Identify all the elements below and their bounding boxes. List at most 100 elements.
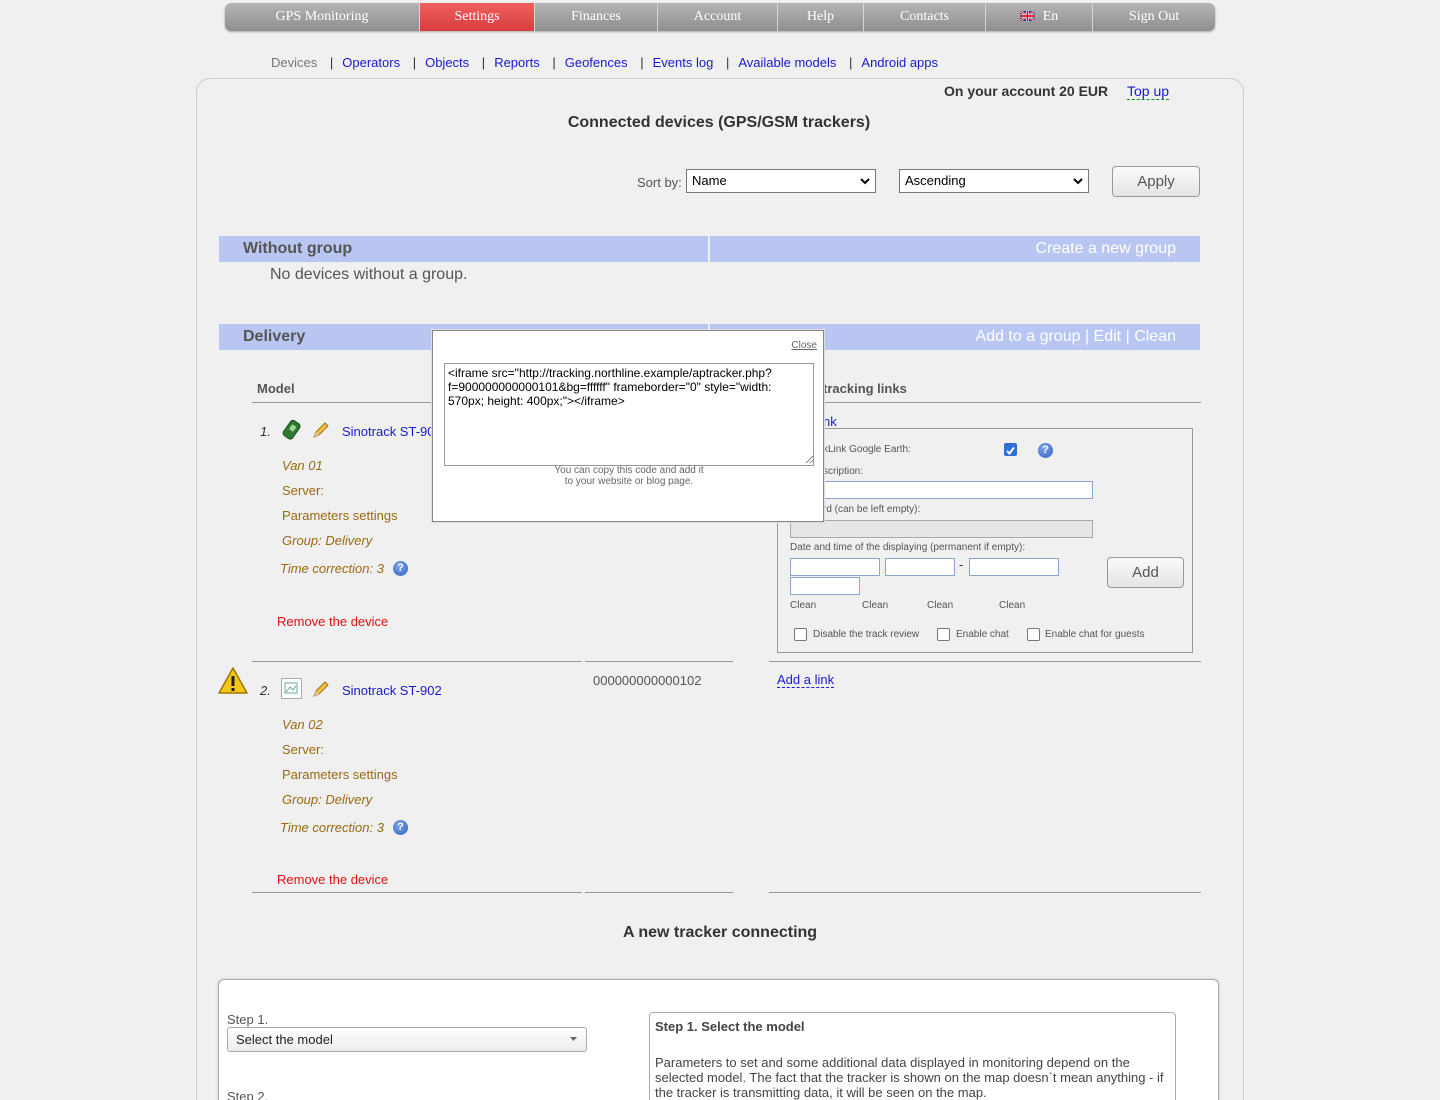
parameters-settings-link[interactable]: Parameters settings (282, 767, 398, 782)
submenu-devices: Devices (271, 55, 318, 71)
submenu-events-log[interactable]: Events log (653, 55, 714, 70)
submenu-geofences[interactable]: Geofences (565, 55, 628, 70)
group-name: Without group (243, 240, 353, 257)
submenu-reports[interactable]: Reports (494, 55, 540, 70)
language-label: En (1042, 9, 1059, 24)
menu-settings[interactable]: Settings (420, 3, 535, 31)
datetime-label: Date and time of the displaying (permane… (790, 542, 1026, 553)
device-server: Server: (282, 483, 324, 498)
device-imei: 000000000000102 (593, 673, 702, 688)
clean-link[interactable]: Clean (862, 600, 888, 611)
kml-checkbox[interactable] (1004, 443, 1017, 456)
empty-group-text: No devices without a group. (270, 266, 468, 283)
disable-track-review-checkbox[interactable] (794, 628, 807, 641)
top-up-link[interactable]: Top up (1127, 83, 1170, 100)
new-tracker-title: A new tracker connecting (622, 924, 818, 941)
clean-group-link[interactable]: Clean (1134, 328, 1176, 345)
group-name: Delivery (243, 328, 306, 345)
edit-pencil-icon[interactable] (311, 420, 331, 440)
enable-chat-checkbox[interactable] (937, 628, 950, 641)
range-dash: - (959, 557, 964, 572)
description-label: scription: (823, 466, 864, 477)
enable-chat-guests-checkbox[interactable] (1027, 628, 1040, 641)
remove-device-link[interactable]: Remove the device (277, 614, 388, 629)
menu-gps-monitoring[interactable]: GPS Monitoring (225, 3, 420, 31)
chevron-down-icon (570, 1037, 577, 1041)
step1-label: Step 1. (227, 1012, 269, 1027)
submenu-operators[interactable]: Operators (342, 55, 400, 70)
tracker-device-icon (282, 419, 301, 440)
device-group: Group: Delivery (282, 792, 373, 807)
embed-code-textarea[interactable]: <iframe src="http://tracking.northline.e… (444, 363, 814, 466)
add-link-button[interactable]: Add (1107, 557, 1184, 588)
apply-button[interactable]: Apply (1112, 166, 1200, 197)
clean-link[interactable]: Clean (999, 600, 1025, 611)
device-group: Group: Delivery (282, 533, 373, 548)
remove-device-link[interactable]: Remove the device (277, 872, 388, 887)
help-icon[interactable]: ? (1038, 443, 1053, 458)
enable-chat-guests-label: Enable chat for guests (1045, 629, 1145, 640)
add-to-group-link[interactable]: Add to a group (976, 328, 1081, 345)
menu-help[interactable]: Help (778, 3, 864, 31)
menu-contacts[interactable]: Contacts (864, 3, 986, 31)
clean-link[interactable]: Clean (927, 600, 953, 611)
help-icon[interactable]: ? (393, 561, 408, 576)
resize-handle-icon[interactable] (805, 455, 814, 464)
step2-label: Step 2. (227, 1089, 269, 1100)
sort-label: Sort by: (637, 175, 682, 190)
date-to-input[interactable] (969, 558, 1059, 576)
edit-group-link[interactable]: Edit (1094, 328, 1122, 345)
sort-field-select[interactable]: Name (686, 169, 876, 193)
check-icon (1006, 446, 1015, 456)
menu-finances[interactable]: Finances (535, 3, 658, 31)
description-input[interactable] (790, 481, 1093, 499)
menu-account[interactable]: Account (658, 3, 778, 31)
submenu-android-apps[interactable]: Android apps (861, 55, 938, 70)
time-correction: Time correction: 3 (280, 561, 384, 576)
close-button[interactable]: Close (791, 340, 817, 351)
step-info-text: Parameters to set and some additional da… (655, 1055, 1164, 1100)
time-correction: Time correction: 3 (280, 820, 384, 835)
group-bar-without-group: Without group (219, 236, 708, 262)
submenu-available-models[interactable]: Available models (738, 55, 836, 70)
menu-sign-out[interactable]: Sign Out (1093, 3, 1215, 31)
chevron-down-icon (1073, 178, 1083, 185)
embed-code-hint: You can copy this code and add it to you… (554, 465, 704, 487)
tracking-link-form (777, 428, 1193, 653)
time-to-input[interactable] (790, 577, 860, 595)
edit-pencil-icon[interactable] (311, 679, 331, 699)
device-number: 2. (260, 683, 271, 698)
embed-code-popup: Close <iframe src="http://tracking.north… (432, 330, 824, 522)
clean-link[interactable]: Clean (790, 600, 816, 611)
device-model-link[interactable]: Sinotrack ST-902 (342, 683, 442, 698)
model-select[interactable]: Select the model (227, 1027, 587, 1052)
step-info-panel: Step 1. Select the model Parameters to s… (649, 1012, 1176, 1100)
enable-chat-label: Enable chat (956, 629, 1009, 640)
device-name[interactable]: Van 02 (282, 717, 323, 732)
tracking-link[interactable]: nk (823, 414, 837, 429)
step-info-title: Step 1. Select the model (655, 1019, 805, 1034)
column-header-tracking-links: tracking links (823, 381, 907, 396)
uk-flag-icon (1019, 11, 1035, 21)
password-label: rd (can be left empty): (823, 504, 921, 515)
help-icon[interactable]: ? (393, 820, 408, 835)
chevron-down-icon (860, 178, 870, 185)
menu-language[interactable]: En (986, 3, 1093, 31)
device-name[interactable]: Van 01 (282, 458, 323, 473)
password-input[interactable] (790, 520, 1093, 538)
top-menu: GPS Monitoring Settings Finances Account… (225, 3, 1215, 31)
kml-label: kLink Google Earth: (823, 444, 911, 455)
device-server: Server: (282, 742, 324, 757)
sub-menu: Devices | Operators | Objects | Reports | Ge… (271, 55, 939, 71)
disable-track-review-label: Disable the track review (813, 629, 920, 640)
broken-image-icon (281, 678, 302, 699)
create-group-link[interactable]: Create a new group (1035, 240, 1176, 258)
add-a-link[interactable]: Add a link (777, 672, 835, 688)
submenu-objects[interactable]: Objects (425, 55, 469, 70)
parameters-settings-link[interactable]: Parameters settings (282, 508, 398, 523)
sort-order-select[interactable]: Ascending (899, 169, 1089, 193)
device-model-link[interactable]: Sinotrack ST-902 (342, 424, 442, 439)
date-from-input[interactable] (790, 558, 880, 576)
time-from-input[interactable] (885, 558, 955, 576)
page-title: Connected devices (GPS/GSM trackers) (567, 114, 871, 131)
